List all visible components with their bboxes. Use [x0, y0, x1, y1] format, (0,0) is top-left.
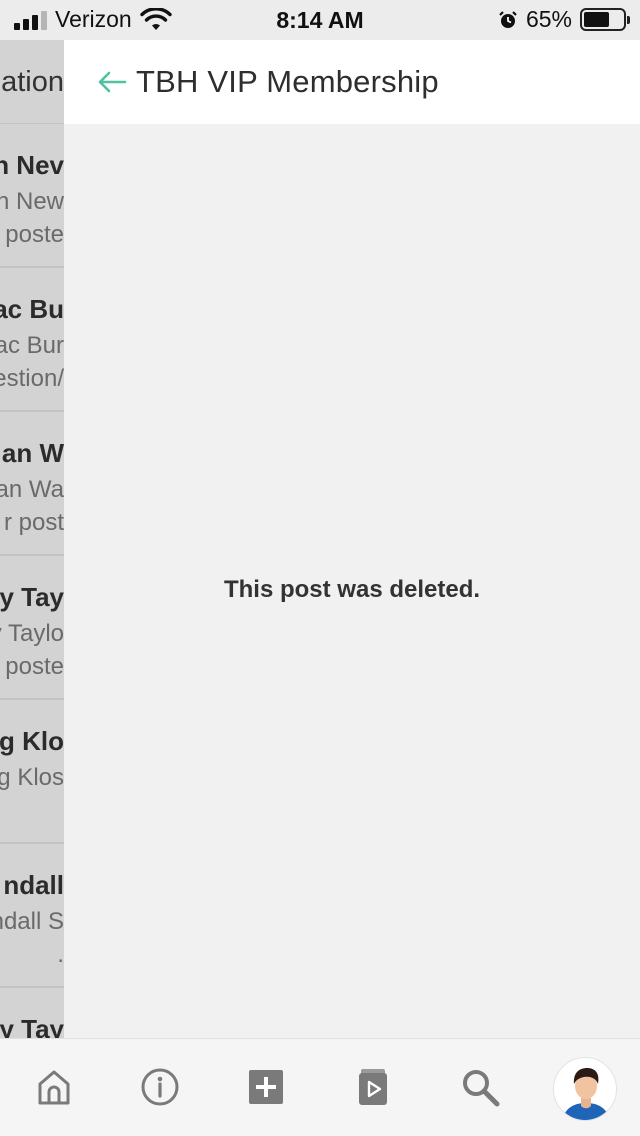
list-item-name: ac Bu — [0, 294, 64, 324]
list-item-preview: an Wa — [0, 476, 64, 503]
list-item-name: y Tay — [0, 1014, 64, 1038]
background-list-item[interactable]: ac Bu ac Bur estion/ — [0, 268, 64, 412]
tab-home[interactable] — [30, 1063, 78, 1111]
status-right: 65% — [498, 6, 630, 33]
bottom-tab-bar — [0, 1038, 640, 1136]
page-title: TBH VIP Membership — [136, 64, 439, 99]
detail-header: TBH VIP Membership — [64, 40, 640, 124]
background-list-item[interactable]: n Nev n New poste — [0, 124, 64, 268]
tab-profile-avatar[interactable] — [553, 1057, 617, 1121]
post-detail-pane: TBH VIP Membership This post was deleted… — [64, 40, 640, 1038]
background-list: n Nev n New poste ac Bu ac Bur estion/an Wan… — [0, 124, 64, 1038]
battery-icon — [580, 8, 630, 31]
tab-create[interactable] — [242, 1063, 290, 1111]
deleted-post-message: This post was deleted. — [223, 576, 481, 603]
list-item-preview: n New — [0, 188, 64, 215]
tab-search[interactable] — [456, 1063, 504, 1111]
background-list-panel: ation n Nev n New poste ac Bu ac Bur estion/… — [0, 40, 64, 1038]
plus-square-icon — [249, 1070, 283, 1104]
list-item-name: y Tay — [0, 582, 64, 612]
list-item-preview: estion/ — [0, 365, 64, 392]
list-item-preview: g Klos — [0, 764, 64, 791]
list-item-preview: ac Bur — [0, 332, 64, 359]
status-bar: Verizon 8:14 AM 65% — [0, 0, 640, 40]
video-book-icon — [359, 1069, 387, 1105]
tab-info[interactable] — [136, 1063, 184, 1111]
alarm-icon — [499, 10, 517, 28]
list-item-name: an W — [1, 438, 64, 468]
list-item-preview: poste — [5, 221, 64, 248]
list-item-preview: y Taylo — [0, 620, 64, 647]
back-button[interactable] — [90, 60, 134, 104]
background-list-item[interactable]: ndall ndall S. — [0, 844, 64, 988]
list-item-preview: ndall S — [0, 908, 64, 935]
background-list-item[interactable]: an W an Wa r post — [0, 412, 64, 556]
background-list-item[interactable]: y Tay — [0, 988, 64, 1038]
search-icon — [463, 1070, 500, 1107]
tab-library[interactable] — [349, 1063, 397, 1111]
info-icon — [141, 1068, 179, 1106]
background-list-item[interactable]: eg Klo g Klos — [0, 700, 64, 844]
avatar — [562, 1068, 610, 1120]
home-icon — [38, 1070, 70, 1105]
list-item-name: eg Klo — [0, 726, 64, 756]
list-item-name: ndall — [3, 870, 64, 900]
battery-fill — [584, 12, 609, 27]
battery-percent: 65% — [525, 6, 572, 32]
background-list-item[interactable]: y Tay y Taylo poste — [0, 556, 64, 700]
list-item-preview: . — [57, 941, 64, 968]
arrow-left-icon[interactable] — [97, 70, 127, 94]
list-item-name: n Nev — [0, 150, 64, 180]
list-item-preview: r post — [3, 509, 64, 536]
background-list-header: ation — [0, 40, 64, 124]
background-list-title: ation — [1, 66, 64, 98]
list-item-preview: poste — [5, 653, 64, 680]
